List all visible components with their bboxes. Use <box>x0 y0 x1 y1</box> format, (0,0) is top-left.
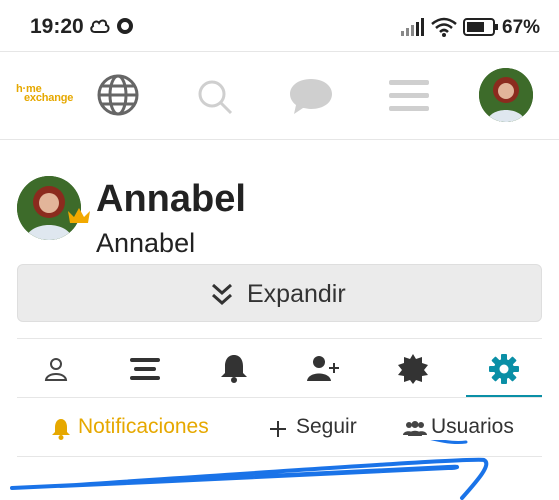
battery-percent: 67% <box>502 17 541 38</box>
cloud-icon <box>90 19 110 33</box>
circle-icon <box>117 18 133 34</box>
gear-icon <box>489 354 519 384</box>
divider <box>17 338 542 339</box>
subtab-notifications-label: Notificaciones <box>78 415 209 438</box>
avatar[interactable] <box>479 68 533 122</box>
double-chevron-down-icon <box>212 283 232 306</box>
tab-listings[interactable] <box>105 345 185 391</box>
status-bar: 19:20 67% <box>0 0 559 52</box>
subtab-follow-label: Seguir <box>296 415 357 438</box>
tab-divider <box>17 397 542 398</box>
tab-profile[interactable] <box>16 345 96 391</box>
crown-icon <box>68 208 90 223</box>
tab-settings[interactable] <box>464 345 544 391</box>
globe-icon[interactable] <box>96 73 140 117</box>
top-nav: h·me exchange <box>0 52 559 140</box>
battery-icon <box>463 18 498 36</box>
subtab-users-label: Usuarios <box>431 415 514 438</box>
annotation-scribble <box>10 440 489 500</box>
homeexchange-logo[interactable]: h·me exchange <box>16 84 73 104</box>
profile-name: Annabel <box>96 178 246 220</box>
bell-icon <box>52 419 70 440</box>
subtab-notifications[interactable]: Notificaciones <box>51 415 209 440</box>
plus-icon <box>270 421 286 437</box>
logo-line-2: exchange <box>24 92 74 104</box>
tab-following[interactable] <box>283 345 363 391</box>
bell-icon <box>221 355 247 383</box>
badge-icon <box>398 354 428 384</box>
menu-icon[interactable] <box>389 78 429 114</box>
subtab-users[interactable]: Usuarios <box>403 415 514 439</box>
tab-notifications[interactable] <box>194 345 274 391</box>
subtab-follow[interactable]: Seguir <box>269 415 357 439</box>
users-icon <box>403 421 427 436</box>
add-user-icon <box>307 356 339 381</box>
signal-icon <box>401 18 424 36</box>
status-time: 19:20 <box>30 15 84 38</box>
tab-badges[interactable] <box>373 345 453 391</box>
search-icon[interactable] <box>196 78 234 116</box>
expand-button[interactable]: Expandir <box>17 264 542 322</box>
expand-label: Expandir <box>247 280 346 308</box>
chat-icon[interactable] <box>288 77 334 117</box>
user-icon <box>44 358 68 381</box>
profile-username: Annabel <box>96 228 196 258</box>
list-icon <box>130 358 160 380</box>
wifi-icon <box>431 17 457 37</box>
